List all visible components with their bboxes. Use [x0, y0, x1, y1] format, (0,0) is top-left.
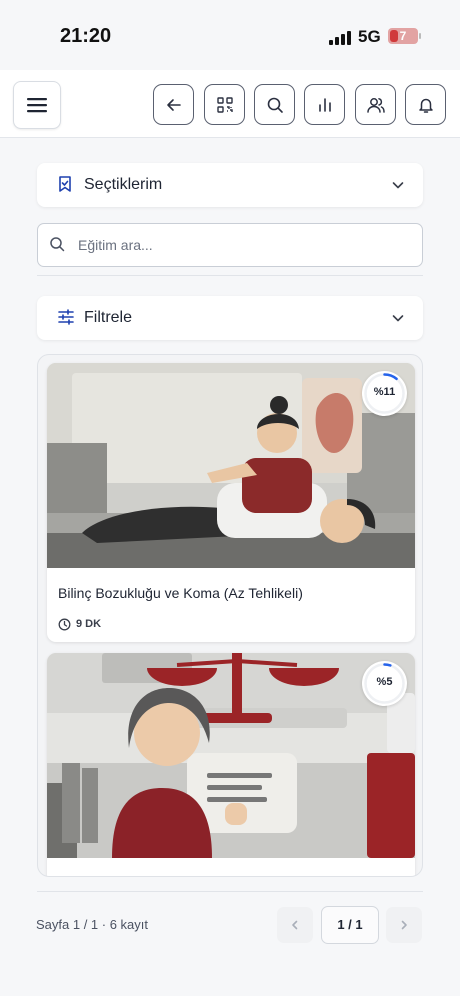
duration-label: 9 DK — [76, 618, 102, 630]
chevron-down-icon — [392, 182, 404, 189]
search-icon — [267, 97, 283, 113]
clock-icon — [58, 618, 71, 630]
chevron-down-icon — [392, 315, 404, 322]
main-content: Seçtiklerim Filtrele — [0, 139, 460, 996]
progress-percent: %5 — [376, 676, 393, 688]
divider — [37, 275, 423, 276]
progress-percent: %11 — [373, 386, 396, 398]
next-page-button[interactable] — [386, 907, 422, 943]
filter-label: Filtrele — [84, 309, 133, 326]
course-thumbnail: %5 — [47, 653, 415, 858]
course-title: Bilinç Bozukluğu ve Koma (Az Tehlikeli) — [58, 585, 303, 601]
chevron-left-icon — [292, 920, 298, 930]
favorites-label: Seçtiklerim — [84, 176, 163, 193]
status-bar: 21:20 5G 7 — [0, 0, 460, 70]
battery-level: 7 — [399, 29, 407, 43]
stats-button[interactable] — [304, 84, 345, 125]
search-button[interactable] — [254, 84, 295, 125]
network-type: 5G — [358, 27, 381, 46]
course-duration: 9 DK — [58, 617, 101, 631]
current-page-indicator: 1 / 1 — [321, 906, 379, 944]
menu-icon — [27, 98, 47, 113]
bookmark-icon — [59, 176, 71, 192]
signal-icon — [329, 31, 351, 45]
search-icon — [50, 237, 65, 252]
pagination-summary: Sayfa 1 / 1 · 6 kayıt — [36, 917, 148, 932]
course-card[interactable]: %5 — [47, 653, 415, 876]
chevron-right-icon — [401, 920, 407, 930]
users-icon — [366, 97, 385, 113]
back-arrow-icon — [166, 98, 181, 111]
top-toolbar — [0, 70, 460, 138]
status-time: 21:20 — [60, 25, 112, 47]
chart-bars-icon — [318, 97, 331, 112]
qr-code-button[interactable] — [204, 84, 245, 125]
course-thumbnail: %11 — [47, 363, 415, 568]
search-input[interactable] — [78, 234, 408, 256]
sliders-icon — [58, 309, 74, 325]
course-card[interactable]: %11 Bilinç Bozukluğu ve Koma (Az Tehlike… — [47, 363, 415, 642]
progress-badge: %11 — [362, 371, 407, 416]
menu-button[interactable] — [13, 81, 61, 129]
progress-badge: %5 — [362, 661, 407, 706]
qr-code-icon — [216, 96, 233, 113]
back-button[interactable] — [153, 84, 194, 125]
users-button[interactable] — [355, 84, 396, 125]
course-list: %11 Bilinç Bozukluğu ve Koma (Az Tehlike… — [37, 354, 423, 877]
divider — [37, 891, 423, 892]
filter-dropdown[interactable]: Filtrele — [37, 296, 423, 340]
notifications-button[interactable] — [405, 84, 446, 125]
favorites-dropdown[interactable]: Seçtiklerim — [37, 163, 423, 207]
battery-icon: 7 — [388, 28, 418, 44]
search-field[interactable] — [37, 223, 423, 267]
prev-page-button[interactable] — [277, 907, 313, 943]
bell-icon — [418, 98, 433, 113]
